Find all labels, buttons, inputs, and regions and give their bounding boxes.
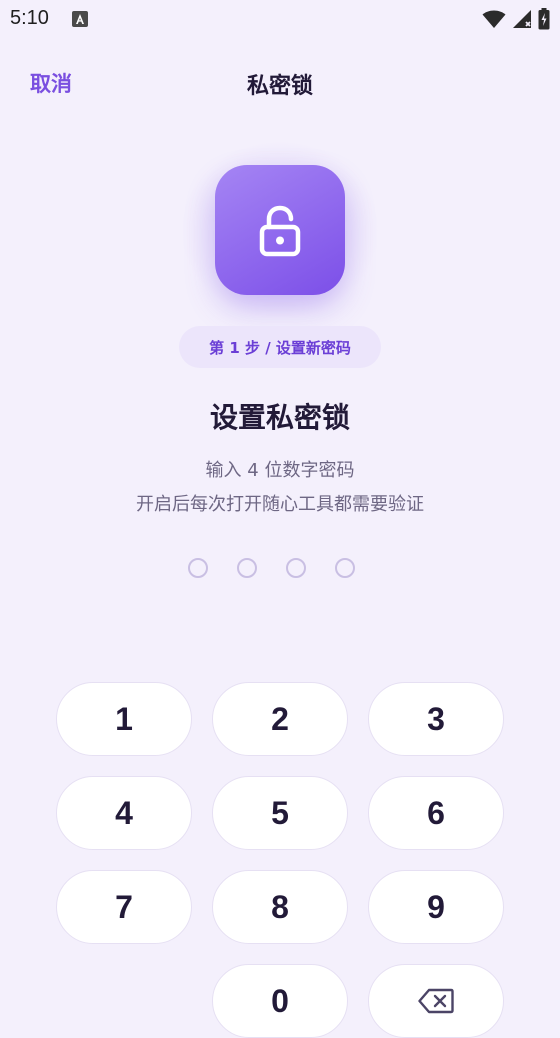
key-7[interactable]: 7 — [56, 870, 192, 944]
backspace-icon — [418, 988, 454, 1014]
battery-icon — [538, 8, 550, 30]
page-title: 私密锁 — [246, 74, 313, 99]
lock-tile — [215, 165, 345, 295]
key-1[interactable]: 1 — [56, 682, 192, 756]
wifi-icon — [482, 10, 506, 28]
status-time: 5:10 — [10, 7, 49, 29]
pin-dot — [335, 558, 355, 578]
pin-dot — [188, 558, 208, 578]
key-6[interactable]: 6 — [368, 776, 504, 850]
key-5[interactable]: 5 — [212, 776, 348, 850]
number-keypad: 1 2 3 4 5 6 7 8 9 0 — [56, 682, 504, 1038]
key-4[interactable]: 4 — [56, 776, 192, 850]
key-3[interactable]: 3 — [368, 682, 504, 756]
unlock-icon — [259, 205, 301, 257]
pin-dot — [237, 558, 257, 578]
key-9[interactable]: 9 — [368, 870, 504, 944]
signal-icon — [513, 10, 531, 28]
header: 取消 私密锁 — [0, 58, 560, 108]
key-empty — [56, 964, 192, 1038]
main-heading: 设置私密锁 — [209, 401, 350, 434]
backspace-button[interactable] — [368, 964, 504, 1038]
key-8[interactable]: 8 — [212, 870, 348, 944]
step-indicator: 第 1 步 / 设置新密码 — [179, 326, 381, 368]
pin-dots — [188, 558, 355, 578]
accessibility-notification-icon — [72, 11, 88, 27]
status-bar: 5:10 — [0, 0, 560, 38]
pin-dot — [286, 558, 306, 578]
subtitle-line-2: 开启后每次打开随心工具都需要验证 — [136, 494, 424, 515]
status-icons — [482, 8, 550, 30]
subtitle-line-1: 输入 4 位数字密码 — [205, 460, 355, 481]
key-2[interactable]: 2 — [212, 682, 348, 756]
key-0[interactable]: 0 — [212, 964, 348, 1038]
